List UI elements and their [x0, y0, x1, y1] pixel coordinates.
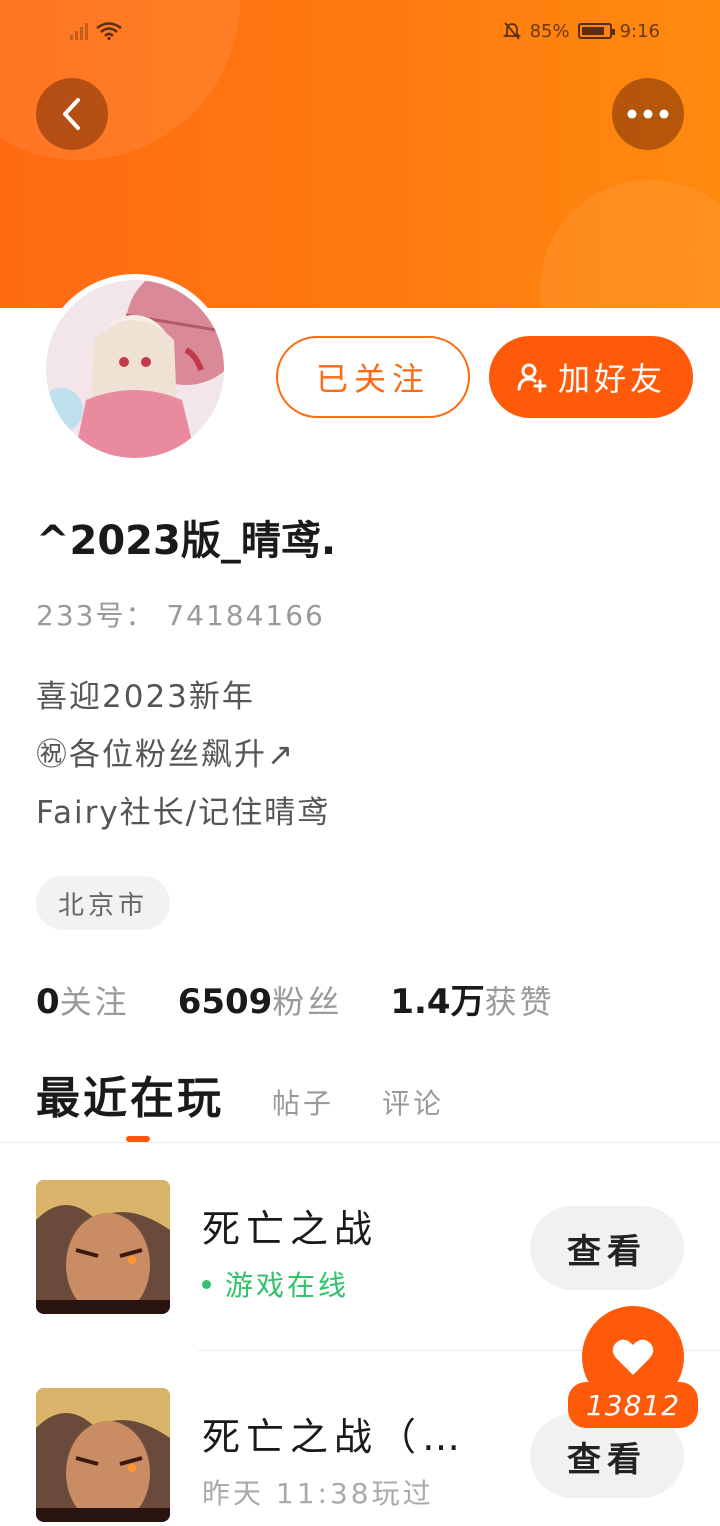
- game-title: 死亡之战: [202, 1207, 379, 1251]
- clock-time: 9:16: [619, 20, 660, 42]
- stat-fans[interactable]: 6509粉丝: [178, 977, 343, 1023]
- like-count-badge: 13812: [568, 1382, 698, 1428]
- game-status-text: 游戏在线: [225, 1269, 350, 1302]
- stat-likes[interactable]: 1.4万获赞: [390, 974, 554, 1023]
- stat-label: 获赞: [484, 983, 555, 1021]
- wifi-icon: [96, 22, 122, 40]
- username: ^2023版_晴鸢.: [36, 518, 337, 564]
- status-bar-left: [70, 18, 122, 44]
- followed-label: 已关注: [315, 360, 430, 398]
- stats-row: 0关注 6509粉丝 1.4万获赞: [36, 974, 555, 1023]
- stat-number: 6509: [177, 982, 273, 1022]
- stat-label: 关注: [59, 983, 130, 1021]
- game-status: 昨天 11:38玩过: [202, 1472, 434, 1512]
- game-status: 游戏在线: [202, 1264, 349, 1304]
- mute-bell-icon: [502, 22, 521, 40]
- add-friend-button[interactable]: 加好友: [489, 336, 693, 418]
- divider: [0, 1142, 720, 1143]
- location-chip: 北京市: [36, 876, 171, 930]
- bio-line: ㊗各位粉丝飙升↗: [36, 737, 295, 773]
- bio-line: 喜迎2023新年: [36, 679, 255, 715]
- profile-header-banner: [0, 0, 720, 308]
- add-user-icon: [517, 363, 547, 393]
- more-dots-icon: [627, 109, 669, 119]
- avatar-image: [46, 280, 224, 458]
- location-label: 北京市: [58, 890, 149, 921]
- stat-number: 0: [36, 982, 60, 1022]
- user-id: 233号： 74184166: [36, 599, 325, 632]
- avatar[interactable]: [40, 274, 230, 464]
- banner-decoration: [540, 180, 720, 308]
- tab-posts[interactable]: 帖子: [272, 1082, 334, 1122]
- battery-percent: 85%: [529, 20, 570, 42]
- bio-line: Fairy社长/记住晴鸢: [36, 795, 331, 831]
- tab-bar: 最近在玩 帖子 评论: [36, 1062, 444, 1126]
- tab-comments[interactable]: 评论: [382, 1082, 444, 1122]
- tab-recently-played[interactable]: 最近在玩: [36, 1062, 224, 1126]
- followed-button[interactable]: 已关注: [276, 336, 470, 418]
- heart-icon: [612, 1339, 654, 1375]
- online-dot-icon: [202, 1279, 211, 1289]
- bio: 喜迎2023新年 ㊗各位粉丝飙升↗ Fairy社长/记住晴鸢: [36, 668, 330, 842]
- game-status-text: 昨天 11:38玩过: [202, 1477, 434, 1510]
- back-button[interactable]: [36, 78, 108, 150]
- more-button[interactable]: [612, 78, 684, 150]
- stat-following[interactable]: 0关注: [36, 977, 130, 1023]
- status-bar-right: 85% 9:16: [502, 18, 660, 44]
- game-icon: [36, 1388, 170, 1522]
- add-friend-label: 加好友: [557, 360, 666, 398]
- stat-label: 粉丝: [272, 983, 343, 1021]
- list-item[interactable]: 死亡之战 游戏在线 查看: [0, 1168, 720, 1318]
- view-button[interactable]: 查看: [530, 1206, 684, 1290]
- game-icon: [36, 1180, 170, 1314]
- stat-number: 1.4万: [390, 982, 485, 1022]
- chevron-left-icon: [63, 98, 80, 130]
- signal-icon: [70, 22, 88, 40]
- game-title: 死亡之战（…: [202, 1415, 467, 1459]
- battery-icon: [577, 23, 615, 39]
